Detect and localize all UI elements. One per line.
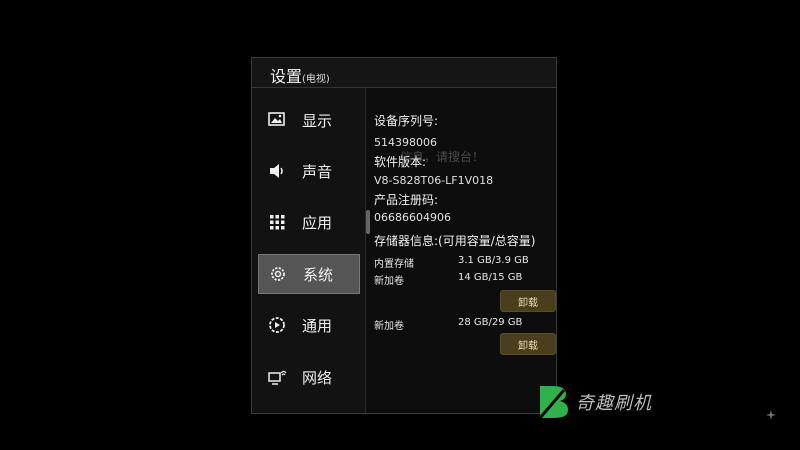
sidebar-item-label: 系统 (303, 265, 334, 284)
sidebar-item-apps[interactable]: 应用 (258, 202, 360, 242)
storage-name: 新加卷 (374, 276, 404, 287)
gear-icon (267, 263, 289, 285)
watermark-text: 奇趣刷机 (576, 393, 652, 414)
sparkle-icon (766, 410, 776, 420)
serial-label: 设备序列号: (374, 114, 439, 128)
sidebar-item-network[interactable]: 网络 (258, 357, 360, 397)
storage-info-label: 存储器信息:(可用容量/总容量) (374, 234, 536, 248)
serial-value: 514398006 (374, 136, 437, 149)
sidebar-item-system[interactable]: 系统 (258, 254, 360, 294)
sidebar-item-label: 网络 (302, 368, 333, 387)
display-icon (266, 109, 288, 131)
storage-capacity: 28 GB/29 GB (458, 317, 523, 328)
system-info-panel: 信息，请搜台！ 设备序列号: 514398006 软件版本: V8-S828T0… (370, 88, 556, 413)
general-settings-icon (266, 314, 288, 336)
watermark: 奇趣刷机 (538, 384, 652, 420)
sidebar-item-display[interactable]: 显示 (258, 100, 360, 140)
storage-capacity: 14 GB/15 GB (458, 272, 523, 283)
product-code-label: 产品注册码: (374, 193, 439, 207)
sidebar-item-sound[interactable]: 声音 (258, 151, 360, 191)
sidebar-item-general[interactable]: 通用 (258, 305, 360, 345)
network-icon (266, 366, 288, 388)
title-bar: 设置(电视) (252, 58, 556, 88)
dialog-title-sub: (电视) (302, 74, 330, 85)
watermark-logo-icon (538, 386, 568, 419)
settings-dialog: 设置(电视) 显示 声音 应用 系统 通用 网络 信息，请搜台！ 设备序列号: … (251, 57, 557, 414)
storage-name: 新加卷 (374, 321, 404, 332)
storage-capacity: 3.1 GB/3.9 GB (458, 255, 529, 266)
dialog-title: 设置(电视) (270, 67, 330, 86)
sidebar-item-label: 通用 (302, 316, 333, 335)
product-code-value: 06686604906 (374, 211, 451, 224)
apps-grid-icon (266, 211, 288, 233)
settings-sidebar: 显示 声音 应用 系统 通用 网络 (252, 88, 366, 413)
unload-button[interactable]: 卸载 (500, 333, 556, 355)
software-version-label: 软件版本: (374, 155, 427, 169)
unload-button[interactable]: 卸载 (500, 290, 556, 312)
speaker-icon (266, 160, 288, 182)
software-version-value: V8-S828T06-LF1V018 (374, 174, 494, 187)
sidebar-item-label: 应用 (302, 213, 333, 232)
sidebar-item-label: 声音 (302, 162, 333, 181)
sidebar-item-label: 显示 (302, 111, 333, 130)
storage-name: 内置存储 (374, 259, 414, 270)
